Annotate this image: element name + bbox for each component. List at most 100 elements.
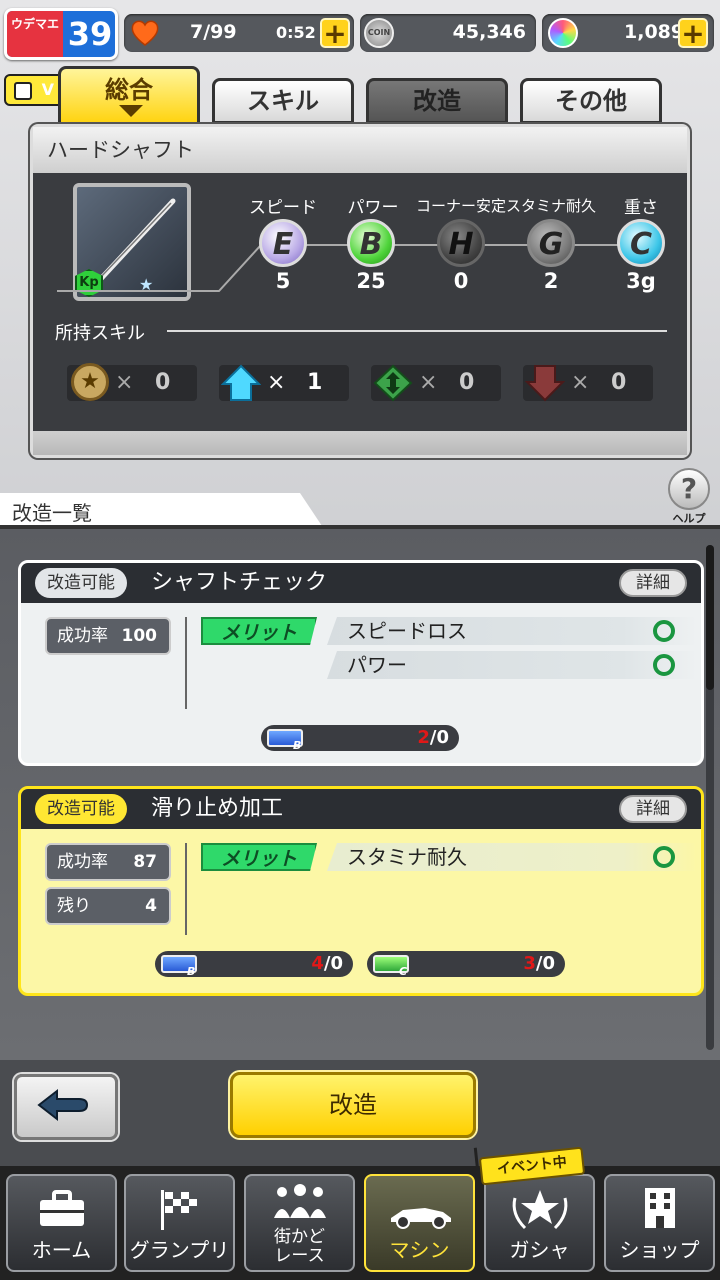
grade-orb-stamina: G: [527, 219, 575, 267]
diamond-arrows-icon: [373, 364, 413, 402]
back-button[interactable]: [14, 1074, 118, 1140]
material-c: C 3/0: [367, 951, 565, 978]
stat-value-power: 25: [356, 269, 386, 293]
arrow-up-icon: [221, 364, 261, 401]
building-icon: [644, 1188, 675, 1228]
material-b: B 2/0: [261, 725, 459, 752]
stat-value-speed: 5: [275, 269, 291, 293]
grade-orb-power: B: [347, 219, 395, 267]
skill-count-up: 1: [307, 370, 323, 395]
merit-tag: メリット: [201, 617, 317, 645]
tab-skill-label: スキル: [247, 87, 319, 115]
chevron-down-icon: [119, 105, 143, 117]
mod-card-shaft-check[interactable]: 改造可能 シャフトチェック 詳細 成功率 100 メリット スピードロス パワー…: [18, 560, 704, 766]
nav-street-race[interactable]: 街かど レース: [244, 1174, 355, 1272]
skill-slot-down: × 0: [523, 365, 653, 402]
material-b: B 4/0: [155, 951, 353, 978]
event-flag-icon: [473, 1146, 491, 1178]
material-grade: B: [293, 739, 302, 752]
material-need: /0: [323, 953, 343, 974]
grade-orb-weight: C: [617, 219, 665, 267]
nav-grandprix-label: グランプリ: [129, 1238, 230, 1262]
rank-value: 39: [67, 15, 113, 53]
part-name: ハードシャフト: [33, 127, 687, 173]
skill-slot-star: ★ × 0: [67, 363, 197, 401]
effect-row: パワー: [327, 651, 697, 679]
kaizo-button[interactable]: 改造: [230, 1072, 476, 1138]
tab-skill[interactable]: スキル: [212, 78, 354, 124]
coin-value: 45,346: [452, 21, 526, 43]
nav-street-race-label: 街かど レース: [274, 1227, 325, 1266]
status-bar: ウデマエ 39 7/99 0:52 + COIN 45,346 1,089 +: [0, 0, 720, 64]
success-rate-value: 87: [133, 852, 157, 872]
list-scrollbar[interactable]: [706, 545, 714, 1050]
mod-title: シャフトチェック: [151, 570, 328, 595]
rank-badge[interactable]: ウデマエ 39: [4, 8, 118, 60]
stamina-bar: 7/99 0:52 +: [124, 14, 354, 52]
mod-card-header: 改造可能 シャフトチェック 詳細: [21, 563, 701, 603]
success-rate: 成功率 87: [45, 843, 171, 881]
stat-label-speed: スピード: [249, 198, 317, 218]
nav-gacha[interactable]: ガシャ: [484, 1174, 595, 1272]
stamina-plus-button[interactable]: +: [320, 18, 350, 48]
list-header: 改造一覧: [0, 493, 720, 529]
event-badge-label: イベント中: [496, 1154, 568, 1178]
grade-orb-corner: H: [437, 219, 485, 267]
list-title: 改造一覧: [12, 501, 92, 525]
tab-other-label: その他: [555, 87, 627, 115]
gem-value: 1,089: [624, 21, 685, 43]
effect-label: スピードロス: [347, 619, 467, 643]
skills-label: 所持スキル: [55, 323, 145, 344]
tab-other[interactable]: その他: [520, 78, 662, 124]
effect-label: パワー: [347, 653, 407, 677]
mod-title: 滑り止め加工: [151, 796, 284, 821]
material-need: /0: [429, 727, 449, 748]
nav-machine[interactable]: マシン: [364, 1174, 475, 1272]
stat-label-stamina: スタミナ耐久: [505, 197, 596, 215]
nav-machine-label: マシン: [389, 1238, 450, 1262]
pencil-icon: [14, 81, 32, 100]
stat-value-weight: 3g: [626, 269, 656, 293]
card-divider: [185, 843, 187, 935]
nav-shop-label: ショップ: [619, 1238, 700, 1262]
stamina-timer: 0:52: [276, 23, 316, 42]
star-icon: ★: [71, 363, 109, 401]
mod-card-anti-slip[interactable]: 改造可能 滑り止め加工 詳細 成功率 87 残り 4 メリット スタミナ耐久 B…: [18, 786, 704, 996]
material-have: 3: [523, 953, 536, 974]
effect-row: スピードロス: [327, 617, 697, 645]
detail-button[interactable]: 詳細: [619, 795, 687, 823]
nav-home-label: ホーム: [31, 1238, 92, 1262]
material-grade: C: [399, 965, 408, 978]
name-chip[interactable]: V: [4, 74, 64, 106]
circle-icon: [653, 620, 675, 642]
nav-gacha-label: ガシャ: [509, 1238, 570, 1262]
gem-icon: [548, 18, 578, 48]
stat-label-weight: 重さ: [624, 198, 658, 218]
checkered-flag-icon: [160, 1190, 197, 1230]
gem-plus-button[interactable]: +: [678, 18, 708, 48]
skill-count-down: 0: [611, 370, 627, 395]
back-arrow-icon: [37, 1088, 89, 1122]
circle-icon: [653, 654, 675, 676]
panel-footer: [33, 431, 687, 455]
success-rate-label: 成功率: [57, 852, 108, 872]
tab-kaizo-label: 改造: [413, 87, 461, 115]
tab-overall[interactable]: 総合: [58, 66, 200, 128]
remaining-value: 4: [145, 896, 157, 916]
material-need: /0: [535, 953, 555, 974]
circle-icon: [653, 846, 675, 868]
car-icon: [390, 1208, 451, 1229]
stat-label-corner: コーナー安定: [415, 197, 506, 215]
effect-label: スタミナ耐久: [347, 845, 467, 869]
coin-icon: COIN: [364, 18, 394, 48]
tab-kaizo[interactable]: 改造: [366, 78, 508, 124]
skill-slot-diamond: × 0: [371, 364, 501, 402]
stamina-value: 7/99: [190, 21, 237, 43]
detail-button[interactable]: 詳細: [619, 569, 687, 597]
success-rate-value: 100: [121, 626, 158, 646]
nav-home[interactable]: ホーム: [6, 1174, 117, 1272]
nav-grandprix[interactable]: グランプリ: [124, 1174, 235, 1272]
nav-shop[interactable]: ショップ: [604, 1174, 715, 1272]
rank-label: ウデマエ: [7, 11, 63, 57]
remaining-label: 残り: [57, 896, 91, 916]
